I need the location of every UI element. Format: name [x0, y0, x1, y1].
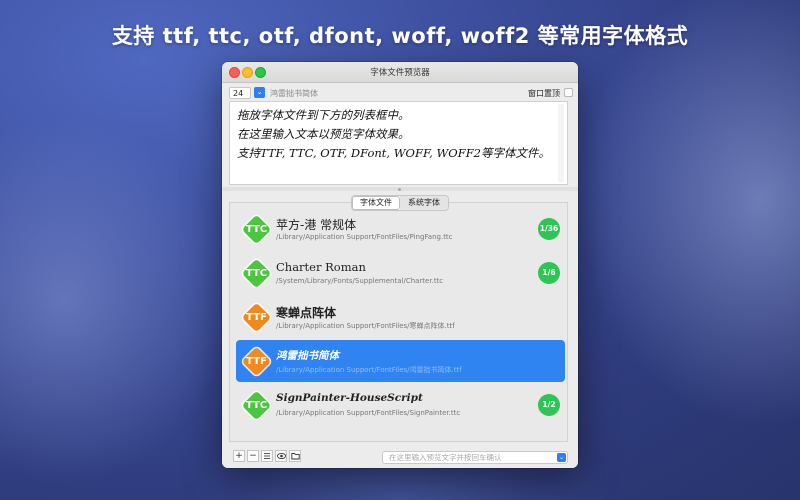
tab-system-fonts[interactable]: 系统字体 [400, 196, 448, 210]
preview-line: 在这里输入文本以预览字体效果。 [237, 127, 410, 141]
font-size-field[interactable]: 24 [229, 87, 251, 99]
font-type-badge-icon: TTF [241, 302, 272, 333]
current-font-label: 鸿雷拙书简体 [270, 89, 318, 98]
font-type-badge-icon: TTC [241, 214, 272, 245]
headline: 支持 ttf, ttc, otf, dfont, woff, woff2 等常用… [111, 24, 689, 48]
title-bar[interactable]: 字体文件预览器 [222, 62, 578, 83]
font-list-item[interactable]: TTC 苹方-港 常规体/Library/Application Support/… [236, 208, 565, 250]
font-list-item[interactable]: TTC Charter Roman/System/Library/Fonts/Su… [236, 252, 565, 294]
font-face-count-badge[interactable]: 1/2 [538, 394, 560, 416]
font-face-count-badge[interactable]: 1/36 [538, 218, 560, 240]
font-name: 苹方-港 常规体 [276, 218, 357, 232]
font-type-badge-icon: TTC [241, 258, 272, 289]
window-title: 字体文件预览器 [370, 68, 430, 78]
preview-visibility-button[interactable] [275, 450, 287, 462]
preview-text-search: ⌄ [382, 451, 568, 464]
preview-text-input[interactable] [383, 452, 553, 463]
folder-icon [290, 453, 300, 460]
font-type-badge-icon: TTF [241, 346, 272, 377]
preview-options-button[interactable]: ⌄ [557, 453, 566, 462]
font-list-item[interactable]: TTC SignPainter-HouseScript/Library/Appli… [236, 384, 565, 426]
font-path: /Library/Application Support/FontFiles/鸿… [276, 366, 462, 374]
tab-bar: 字体文件 系统字体 [351, 195, 449, 211]
preview-line: 拖放字体文件到下方的列表框中。 [237, 108, 410, 122]
font-type-badge-icon: TTC [241, 390, 272, 421]
font-path: /System/Library/Fonts/Supplemental/Chart… [276, 277, 444, 285]
list-icon [264, 453, 270, 459]
eye-icon [276, 452, 286, 460]
add-font-button[interactable]: + [233, 450, 245, 462]
font-path: /Library/Application Support/FontFiles/P… [276, 233, 453, 241]
divider-grip-icon [398, 188, 401, 191]
font-size-dropdown-button[interactable]: ⌄ [254, 87, 265, 98]
preview-scrollbar[interactable] [558, 104, 564, 182]
font-info-button[interactable] [261, 450, 273, 462]
font-path: /Library/Application Support/FontFiles/S… [276, 409, 461, 417]
bottom-bar: + − ⌄ [222, 446, 578, 468]
remove-font-button[interactable]: − [247, 450, 259, 462]
pin-window-label: 窗口置顶 [528, 89, 560, 98]
font-face-count-badge[interactable]: 1/6 [538, 262, 560, 284]
font-list-item[interactable]: TTF 寒蝉点阵体/Library/Application Support/Fon… [236, 296, 565, 338]
font-list-item[interactable]: TTF 鸿雷拙书简体/Library/Application Support/Fo… [236, 340, 565, 382]
font-file-list: TTC 苹方-港 常规体/Library/Application Support/… [229, 202, 568, 442]
pin-window-checkbox[interactable] [564, 88, 573, 97]
tab-font-files[interactable]: 字体文件 [352, 196, 400, 210]
open-folder-button[interactable] [289, 450, 301, 462]
chevron-down-icon: ⌄ [256, 88, 263, 96]
toolbar: 24 ⌄ 鸿雷拙书简体 窗口置顶 [222, 83, 578, 101]
chevron-down-icon: ⌄ [558, 454, 565, 461]
app-window: 字体文件预览器 24 ⌄ 鸿雷拙书简体 窗口置顶 拖放字体文件到下方的列表框中。… [222, 62, 578, 468]
font-name: Charter Roman [276, 260, 366, 274]
font-name: SignPainter-HouseScript [276, 392, 423, 404]
preview-text-area[interactable]: 拖放字体文件到下方的列表框中。 在这里输入文本以预览字体效果。 支持TTF, T… [229, 101, 568, 185]
font-path: /Library/Application Support/FontFiles/寒… [276, 322, 455, 330]
preview-line: 支持TTF, TTC, OTF, DFont, WOFF, WOFF2等字体文件… [237, 146, 550, 160]
font-name: 寒蝉点阵体 [276, 306, 337, 320]
font-name: 鸿雷拙书简体 [276, 350, 339, 362]
